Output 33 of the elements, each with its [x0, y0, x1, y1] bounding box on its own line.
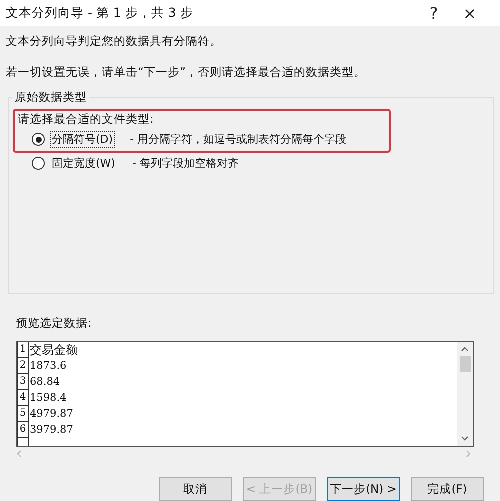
dialog-button[interactable]: 完成(F) [411, 477, 484, 501]
data-cell: 交易金额 [29, 342, 78, 358]
option-description: - 每列字段加空格对齐 [132, 156, 239, 171]
group-title: 原始数据类型 [14, 90, 88, 105]
dialog-button[interactable]: 取消 [159, 477, 232, 501]
data-cell-text: 1598.4 [29, 391, 67, 406]
data-cell-text: 3979.87 [29, 423, 74, 438]
row-number: 5 [17, 406, 29, 422]
close-button[interactable]: × [452, 4, 488, 22]
instruction-text: 文本分列向导判定您的数据具有分隔符。 [6, 34, 223, 49]
vertical-scrollbar[interactable] [457, 342, 473, 446]
row-number: 4 [17, 390, 29, 406]
scroll-down-icon[interactable] [461, 436, 469, 442]
row-number: 1 [17, 342, 29, 358]
dialog-button[interactable]: 下一步(N) > [327, 477, 400, 501]
instruction-text: 若一切设置无误，请单击“下一步”，否则请选择最合适的数据类型。 [6, 65, 367, 80]
prompt-text: 请选择最合适的文件类型: [18, 112, 155, 127]
window-title: 文本分列向导 - 第 1 步，共 3 步 [6, 4, 194, 22]
preview-label: 预览选定数据: [16, 316, 93, 331]
row-number: 2 [17, 358, 29, 374]
data-cell-text: 4979.87 [29, 407, 74, 422]
radio-button[interactable] [32, 133, 45, 146]
option-description: - 用分隔字符，如逗号或制表符分隔每个字段 [130, 132, 347, 147]
scroll-up-icon[interactable] [461, 346, 469, 352]
row-number: 6 [17, 422, 29, 438]
row-number: 3 [17, 374, 29, 390]
radio-label[interactable]: 分隔符号(D) [50, 131, 116, 148]
scrollbar-thumb[interactable] [460, 356, 470, 372]
data-cell-text: 1873.6 [29, 359, 67, 374]
radio-label[interactable]: 固定宽度(W) [50, 155, 118, 172]
radio-button[interactable] [32, 157, 45, 170]
help-button[interactable]: ? [416, 4, 452, 22]
data-cell-text: 68.84 [29, 375, 60, 390]
